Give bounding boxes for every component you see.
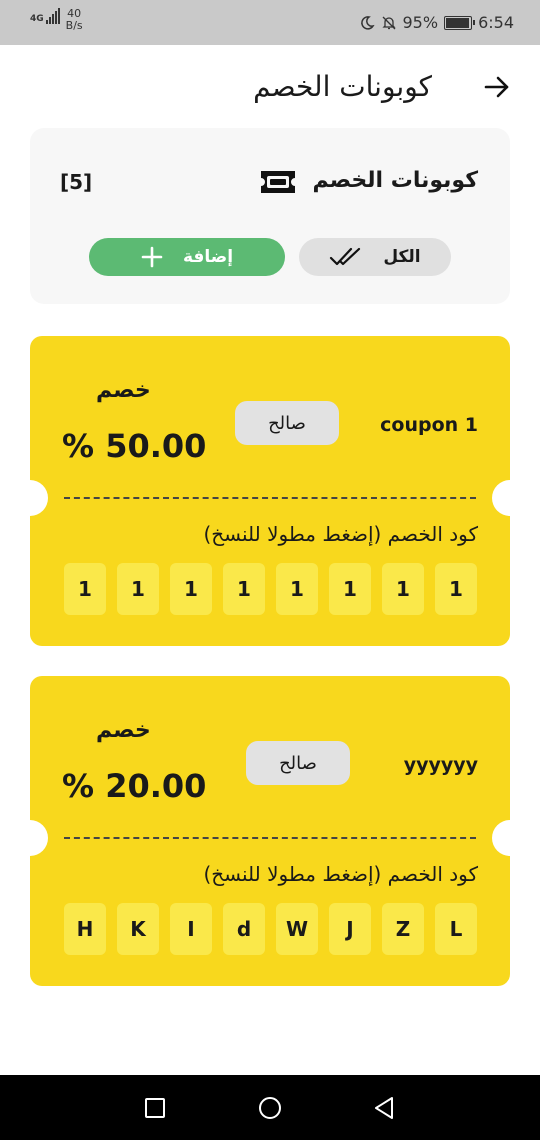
battery-percent: 95% — [402, 13, 439, 32]
page-title: كوبونات الخصم — [253, 70, 432, 103]
ticket-divider — [64, 837, 476, 839]
home-circle-icon[interactable] — [257, 1095, 283, 1121]
code-char[interactable]: K — [117, 903, 159, 955]
coupon-name: coupon 1 — [380, 414, 478, 436]
net-speed: 40 B/s — [66, 8, 83, 32]
code-char[interactable]: 1 — [435, 563, 477, 615]
back-triangle-icon[interactable] — [372, 1095, 398, 1121]
net-speed-unit: B/s — [65, 19, 83, 32]
code-hint: كود الخصم (إضغط مطولا للنسخ) — [203, 862, 478, 886]
code-char[interactable]: 1 — [223, 563, 265, 615]
code-char[interactable]: 1 — [117, 563, 159, 615]
coupon-count: [5] — [60, 170, 93, 194]
code-char[interactable]: 1 — [64, 563, 106, 615]
coupon-code[interactable]: 1 1 1 1 1 1 1 1 — [64, 563, 477, 615]
discount-label: خصم — [96, 378, 151, 403]
filter-all-label: الكل — [383, 247, 421, 267]
coupon-code[interactable]: H K I d W J Z L — [64, 903, 477, 955]
coupon-card[interactable]: خصم % 50.00 صالح coupon 1 كود الخصم (إضغ… — [12, 336, 528, 646]
summary-title: كوبونات الخصم — [312, 168, 478, 193]
code-char[interactable]: 1 — [170, 563, 212, 615]
ticket-notch — [12, 820, 48, 856]
ticket-notch — [492, 480, 528, 516]
ticket-icon — [261, 171, 295, 193]
plus-icon — [141, 246, 163, 268]
filter-all-button[interactable]: الكل — [299, 238, 451, 276]
moon-icon — [360, 15, 375, 30]
code-char[interactable]: 1 — [382, 563, 424, 615]
status-badge: صالح — [235, 401, 339, 445]
coupon-name: yyyyyy — [403, 754, 478, 776]
discount-amount: % 20.00 — [62, 767, 207, 805]
double-check-icon — [330, 247, 361, 266]
add-label: إضافة — [182, 247, 234, 267]
code-char[interactable]: 1 — [329, 563, 371, 615]
code-hint: كود الخصم (إضغط مطولا للنسخ) — [203, 522, 478, 546]
coupon-card[interactable]: خصم % 20.00 صالح yyyyyy كود الخصم (إضغط … — [12, 676, 528, 986]
arrow-right-icon[interactable] — [482, 72, 512, 102]
code-char[interactable]: J — [329, 903, 371, 955]
code-char[interactable]: L — [435, 903, 477, 955]
discount-amount: % 50.00 — [62, 427, 207, 465]
app-header: كوبونات الخصم — [0, 60, 540, 120]
ticket-notch — [12, 480, 48, 516]
add-coupon-button[interactable]: إضافة — [89, 238, 285, 276]
network-type: 4G — [30, 14, 44, 24]
code-char[interactable]: I — [170, 903, 212, 955]
status-right: 95% 6:54 — [359, 13, 514, 32]
ticket-notch — [492, 820, 528, 856]
code-char[interactable]: W — [276, 903, 318, 955]
summary-card: كوبونات الخصم [5] الكل إضافة — [30, 128, 510, 304]
code-char[interactable]: d — [223, 903, 265, 955]
clock: 6:54 — [478, 13, 514, 32]
signal-icon: 4G — [30, 8, 60, 24]
code-char[interactable]: 1 — [276, 563, 318, 615]
discount-label: خصم — [96, 718, 151, 743]
status-left: 4G 40 B/s — [30, 8, 83, 32]
recents-square-icon[interactable] — [142, 1095, 168, 1121]
bell-off-icon — [381, 16, 396, 29]
battery-icon — [444, 15, 476, 30]
code-char[interactable]: Z — [382, 903, 424, 955]
code-char[interactable]: H — [64, 903, 106, 955]
ticket-divider — [64, 497, 476, 499]
status-bar: 4G 40 B/s 95% 6:54 — [0, 0, 540, 45]
system-nav-bar — [0, 1075, 540, 1140]
status-badge: صالح — [246, 741, 350, 785]
